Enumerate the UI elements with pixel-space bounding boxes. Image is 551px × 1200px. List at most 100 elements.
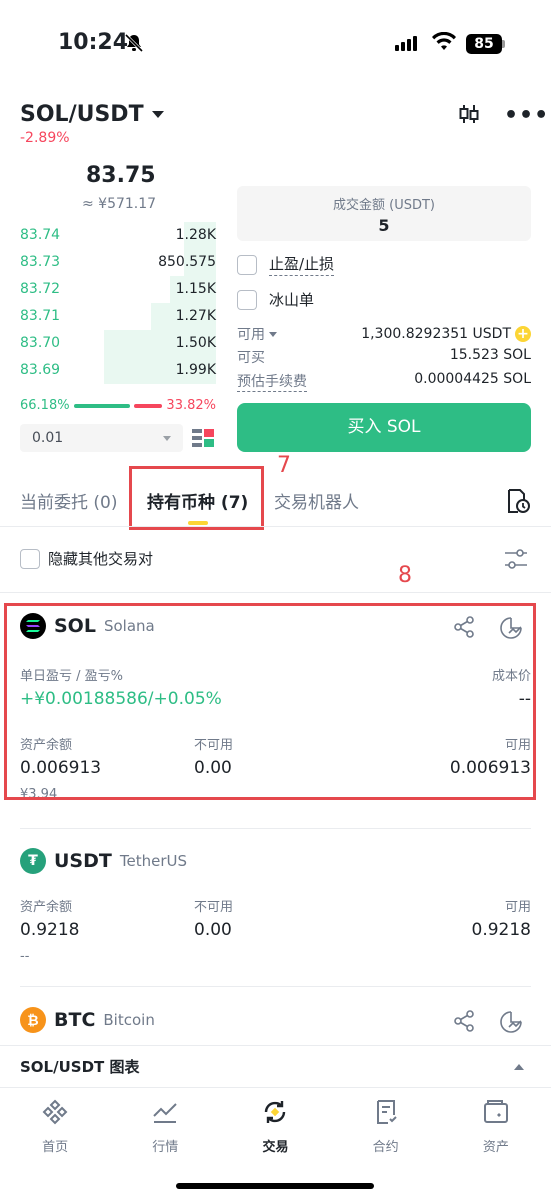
bid-quantity: 850.575 xyxy=(158,254,216,270)
fee-label: 预估手续费 xyxy=(237,371,307,392)
asset-actions xyxy=(452,1009,524,1039)
buy-button[interactable]: 买入 SOL xyxy=(237,403,531,452)
pair-change: -2.89% xyxy=(20,130,70,146)
bid-price: 83.69 xyxy=(20,362,61,378)
asset-card-btc[interactable]: ₿ BTC Bitcoin xyxy=(0,987,551,1045)
nav-label: 行情 xyxy=(152,1140,179,1155)
bid-price: 83.72 xyxy=(20,281,61,297)
iceberg-checkbox[interactable] xyxy=(237,289,257,310)
battery-indicator: 85 xyxy=(466,34,502,54)
chart-toggle-label[interactable]: SOL/USDT 图表 xyxy=(20,1056,139,1077)
pnl-analysis-icon[interactable] xyxy=(498,1009,524,1039)
futures-icon xyxy=(372,1098,400,1130)
tab-trading-bots[interactable]: 交易机器人 xyxy=(274,488,359,513)
balance-cny: -- xyxy=(20,949,30,964)
orderbook-bid-row[interactable]: 83.69 1.99K xyxy=(20,357,216,384)
nav-assets[interactable]: 资产 xyxy=(441,1088,551,1158)
hide-other-pairs-label: 隐藏其他交易对 xyxy=(48,550,154,568)
iceberg-checkbox-row[interactable]: 冰山单 xyxy=(237,289,314,310)
nav-futures[interactable]: 合约 xyxy=(331,1088,441,1158)
chart-bar-divider xyxy=(0,1045,551,1046)
orderbook-bid-row[interactable]: 83.71 1.27K xyxy=(20,303,216,330)
orderbook-mode-icon[interactable] xyxy=(192,428,214,448)
caret-up-icon[interactable] xyxy=(514,1064,524,1070)
orderbook-bid-row[interactable]: 83.74 1.28K xyxy=(20,222,216,249)
annotation-box xyxy=(4,603,536,800)
can-buy-label: 可买 xyxy=(237,350,265,366)
precision-select[interactable]: 0.01 xyxy=(20,424,183,452)
fee-value: 0.00004425 SOL xyxy=(414,371,531,387)
buy-ratio-bar xyxy=(73,403,130,408)
tab-open-orders[interactable]: 当前委托 (0) xyxy=(20,488,117,513)
tab-holdings[interactable]: 持有币种 (7) xyxy=(147,488,248,513)
caret-down-icon xyxy=(151,111,164,118)
more-icon[interactable]: ••• xyxy=(504,103,549,128)
tp-sl-label: 止盈/止损 xyxy=(269,253,335,276)
orderbook-bid-row[interactable]: 83.72 1.15K xyxy=(20,276,216,303)
filter-sliders-icon[interactable] xyxy=(504,548,528,574)
caret-down-icon xyxy=(163,435,171,441)
asset-name: TetherUS xyxy=(119,852,187,870)
order-history-icon[interactable] xyxy=(505,488,531,518)
battery-tip xyxy=(502,40,505,48)
wifi-icon xyxy=(431,31,457,56)
tp-sl-checkbox-row[interactable]: 止盈/止损 xyxy=(237,253,335,276)
iceberg-label: 冰山单 xyxy=(269,291,315,309)
sell-ratio: 33.82% xyxy=(166,398,216,413)
last-price: 83.75 xyxy=(86,163,156,188)
bid-price: 83.74 xyxy=(20,227,61,243)
orderbook-bid-row[interactable]: 83.73 850.575 xyxy=(20,249,216,276)
available-label: 可用 xyxy=(237,327,265,343)
fee-row: 预估手续费 0.00004425 SOL xyxy=(237,371,531,392)
add-funds-icon[interactable]: + xyxy=(515,326,531,342)
candlestick-chart-icon[interactable] xyxy=(458,103,480,129)
unavailable-value: 0.00 xyxy=(194,920,232,940)
home-icon xyxy=(41,1098,69,1130)
bitcoin-icon: ₿ xyxy=(20,1007,46,1033)
annotation-number: 8 xyxy=(398,563,412,588)
status-time: 10:24 xyxy=(58,30,129,55)
orderbook-bid-row[interactable]: 83.70 1.50K xyxy=(20,330,216,357)
hide-other-pairs-row[interactable]: 隐藏其他交易对 xyxy=(20,548,153,569)
sell-ratio-bar xyxy=(133,403,163,408)
nav-markets[interactable]: 行情 xyxy=(110,1088,220,1158)
asset-symbol: BTC xyxy=(54,1009,96,1031)
bid-price: 83.70 xyxy=(20,335,61,351)
amount-field[interactable]: 成交金额 (USDT) 5 xyxy=(237,186,531,241)
tp-sl-checkbox[interactable] xyxy=(237,254,257,275)
balance-label: 资产余额 xyxy=(20,900,73,915)
amount-label: 成交金额 (USDT) xyxy=(333,198,435,213)
home-indicator xyxy=(176,1183,374,1189)
nav-label: 合约 xyxy=(372,1140,399,1155)
trade-icon xyxy=(261,1098,289,1130)
share-icon[interactable] xyxy=(452,1009,476,1039)
buy-ratio: 66.18% xyxy=(20,398,70,413)
available-label: 可用 xyxy=(504,900,531,915)
markets-icon xyxy=(151,1098,179,1130)
caret-down-icon[interactable] xyxy=(269,331,277,337)
bid-quantity: 1.99K xyxy=(175,362,216,378)
bell-muted-icon xyxy=(124,33,144,57)
buy-sell-ratio: 66.18% 33.82% xyxy=(20,398,216,413)
bid-quantity: 1.28K xyxy=(175,227,216,243)
pair-selector[interactable]: SOL/USDT xyxy=(20,102,164,127)
asset-card-usdt[interactable]: ₮ USDT TetherUS 资产余额 不可用 可用 0.9218 0.00 … xyxy=(0,829,551,979)
amount-value[interactable]: 5 xyxy=(237,216,531,235)
tab-indicator xyxy=(188,521,208,525)
asset-header: ₿ BTC Bitcoin xyxy=(20,1007,155,1033)
bid-quantity: 1.15K xyxy=(175,281,216,297)
hide-other-pairs-checkbox[interactable] xyxy=(20,548,40,569)
balance-value: 0.9218 xyxy=(20,920,80,940)
asset-header: ₮ USDT TetherUS xyxy=(20,848,187,874)
available-row: 可用 1,300.8292351 USDT + xyxy=(237,324,531,344)
annotation-number: 7 xyxy=(277,453,291,478)
bid-price: 83.71 xyxy=(20,308,61,324)
nav-home[interactable]: 首页 xyxy=(0,1088,110,1158)
nav-trade[interactable]: 交易 xyxy=(220,1088,330,1158)
pair-label: SOL/USDT xyxy=(20,102,144,127)
nav-label: 首页 xyxy=(42,1140,69,1155)
nav-label: 交易 xyxy=(262,1140,289,1155)
precision-value: 0.01 xyxy=(32,430,64,446)
wallet-icon xyxy=(482,1098,510,1130)
bid-quantity: 1.27K xyxy=(175,308,216,324)
